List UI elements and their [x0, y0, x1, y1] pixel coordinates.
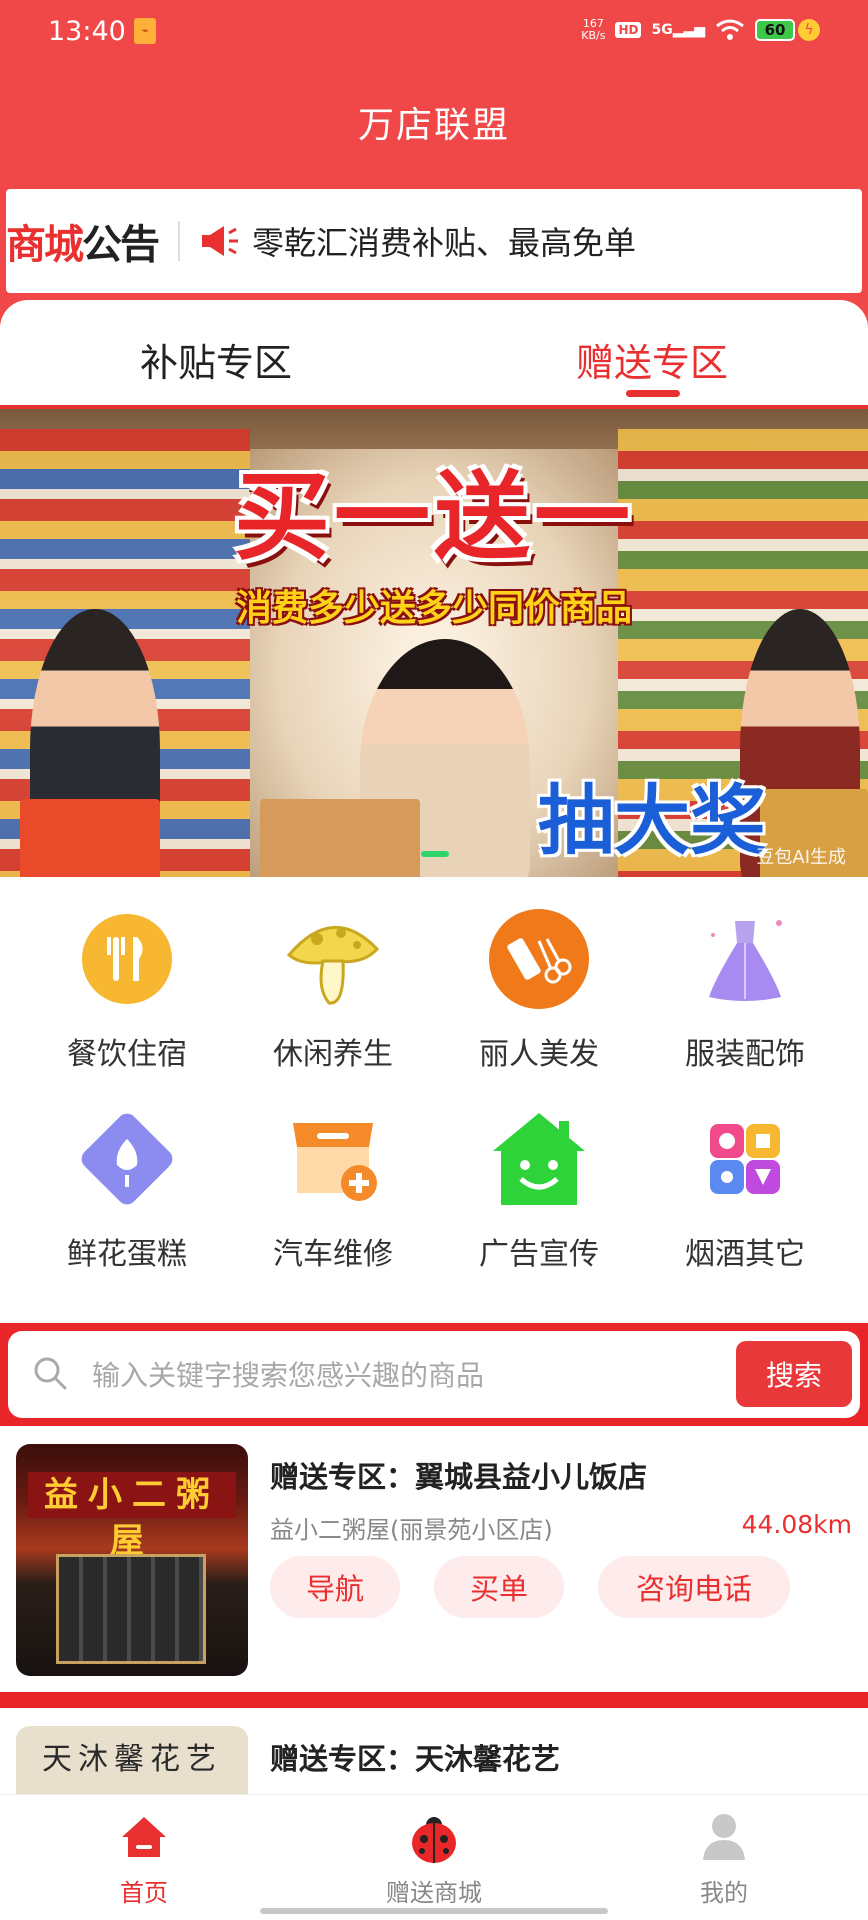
active-tab-indicator — [626, 390, 680, 397]
tabs-section: 补贴专区 赠送专区 — [0, 300, 868, 405]
search-button[interactable]: 搜索 — [736, 1341, 852, 1407]
category-label: 鲜花蛋糕 — [67, 1237, 187, 1272]
category-dining[interactable]: 餐饮住宿 — [22, 909, 232, 1073]
signal-label: 5G — [651, 22, 673, 38]
category-label: 烟酒其它 — [685, 1237, 805, 1272]
megaphone-icon — [202, 226, 238, 256]
category-label: 汽车维修 — [273, 1237, 393, 1272]
store-title: 赠送专区：翼城县益小儿饭店 — [270, 1460, 648, 1494]
store-thumbnail[interactable]: 益小二粥屋 — [16, 1444, 248, 1676]
category-label: 餐饮住宿 — [67, 1037, 187, 1072]
wifi-icon — [716, 19, 744, 40]
banner-ai-mark: 豆包AI生成 — [756, 847, 846, 868]
notification-icon: ⌁ — [134, 18, 156, 44]
category-label: 服装配饰 — [685, 1037, 805, 1072]
store-thumbnail[interactable]: 天沐馨花艺 — [16, 1726, 248, 1794]
home-icon — [116, 1809, 172, 1865]
category-tobacco-other[interactable]: 烟酒其它 — [640, 1109, 850, 1273]
notice-bar[interactable]: 商城公告 零乾汇消费补贴、最高免单 — [6, 189, 862, 293]
nav-mine[interactable]: 我的 — [624, 1809, 824, 1908]
store-plaque: 天沐馨花艺 — [42, 1742, 222, 1777]
pay-button[interactable]: 买单 — [434, 1556, 564, 1618]
notice-logo: 商城公告 — [6, 212, 160, 270]
category-flowers-cake[interactable]: 鲜花蛋糕 — [22, 1109, 232, 1273]
store-title: 赠送专区：天沐馨花艺 — [270, 1742, 561, 1776]
store-subtitle: 益小二粥屋(丽景苑小区店) — [270, 1516, 553, 1544]
category-beauty[interactable]: 丽人美发 — [434, 909, 644, 1073]
status-time: 13:40 — [48, 16, 126, 47]
ladybug-icon — [406, 1809, 462, 1865]
nav-label: 赠送商城 — [386, 1879, 482, 1907]
dress-icon — [695, 909, 795, 1009]
app-header: 13:40 ⌁ 167 KB/s HD 5G▂▃▅ 60 ϟ 万店联盟 — [0, 0, 868, 175]
search-input[interactable] — [92, 1347, 712, 1403]
battery-icon: 60 ϟ — [755, 19, 820, 41]
category-grid: 餐饮住宿 休闲养生 丽人美发 服装配饰 鲜花蛋糕 汽车维修 广告宣传 烟酒其它 — [0, 877, 868, 1323]
store-card[interactable]: 天沐馨花艺 赠送专区：天沐馨花艺 — [0, 1708, 868, 1794]
notice-divider — [178, 221, 180, 261]
category-advertising[interactable]: 广告宣传 — [434, 1109, 644, 1273]
search-icon — [34, 1357, 67, 1390]
nav-gift-mall[interactable]: 赠送商城 — [334, 1809, 534, 1908]
notice-logo-part-b: 公告 — [82, 222, 160, 268]
zone-tabs: 补贴专区 赠送专区 — [0, 300, 868, 405]
battery-level: 60 — [755, 19, 795, 41]
call-button[interactable]: 咨询电话 — [598, 1556, 790, 1618]
notice-section: 商城公告 零乾汇消费补贴、最高免单 — [0, 175, 868, 300]
store-door — [56, 1554, 206, 1664]
comb-scissors-icon — [489, 909, 589, 1009]
notice-text: 零乾汇消费补贴、最高免单 — [252, 224, 637, 262]
banner-shopping-bag — [20, 799, 160, 877]
page-title: 万店联盟 — [357, 105, 510, 146]
signal-icon: 5G▂▃▅ — [651, 22, 705, 38]
promo-banner[interactable]: 买一送一 消费多少送多少同价商品 抽大奖 豆包AI生成 — [0, 405, 868, 877]
hd-icon: HD — [615, 22, 642, 38]
category-leisure[interactable]: 休闲养生 — [228, 909, 438, 1073]
search-bar: 搜索 — [8, 1331, 860, 1418]
nav-label: 首页 — [120, 1879, 168, 1907]
apps-grid-icon — [695, 1109, 795, 1209]
banner-shopping-bag — [260, 799, 420, 877]
nav-label: 我的 — [700, 1879, 748, 1907]
bottom-nav: 首页 赠送商城 我的 — [0, 1794, 868, 1920]
network-speed-unit: KB/s — [581, 29, 606, 42]
tab-gift-zone[interactable]: 赠送专区 — [576, 332, 728, 387]
category-label: 丽人美发 — [479, 1037, 599, 1072]
home-indicator[interactable] — [260, 1908, 608, 1914]
banner-headline: 买一送一 — [234, 461, 634, 573]
navigate-button[interactable]: 导航 — [270, 1556, 400, 1618]
store-distance: 44.08km — [741, 1510, 852, 1539]
charging-icon: ϟ — [798, 19, 820, 41]
user-icon — [696, 1809, 752, 1865]
carousel-indicator — [421, 851, 449, 857]
smile-house-icon — [489, 1109, 589, 1209]
banner-draw-text: 抽大奖 — [538, 776, 766, 865]
store-card[interactable]: 益小二粥屋 赠送专区：翼城县益小儿饭店 益小二粥屋(丽景苑小区店) 44.08k… — [0, 1426, 868, 1692]
nav-home[interactable]: 首页 — [44, 1809, 244, 1908]
category-car-repair[interactable]: 汽车维修 — [228, 1109, 438, 1273]
search-section: 搜索 — [0, 1323, 868, 1426]
store-separator — [0, 1692, 868, 1708]
category-apparel[interactable]: 服装配饰 — [640, 909, 850, 1073]
banner-subline: 消费多少送多少同价商品 — [235, 588, 632, 629]
flower-icon — [77, 1109, 177, 1209]
tab-subsidy-zone[interactable]: 补贴专区 — [140, 332, 292, 387]
shop-add-icon — [283, 1109, 383, 1209]
notice-logo-part-a: 商城 — [6, 222, 84, 268]
category-label: 广告宣传 — [479, 1237, 599, 1272]
network-speed: 167 KB/s — [581, 18, 605, 42]
store-sign: 益小二粥屋 — [28, 1472, 236, 1561]
status-indicators: 167 KB/s HD 5G▂▃▅ 60 ϟ — [581, 18, 820, 42]
category-label: 休闲养生 — [273, 1037, 393, 1072]
mushroom-icon — [283, 909, 383, 1009]
utensils-icon — [77, 909, 177, 1009]
